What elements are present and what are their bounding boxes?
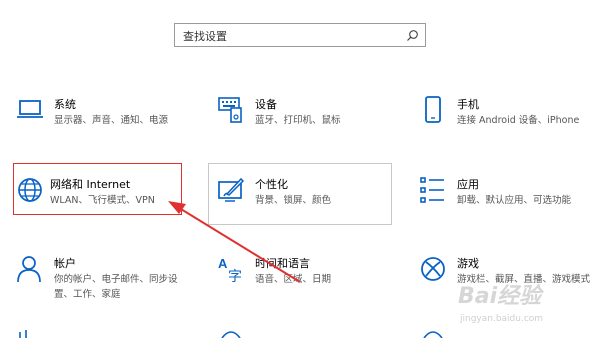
search-placeholder: 查找设置 <box>183 30 227 43</box>
tile-network[interactable]: 网络和 Internet WLAN、飞行模式、VPN <box>16 176 196 232</box>
svg-text:字: 字 <box>228 269 242 283</box>
tile-system[interactable]: 系统 显示器、声音、通知、电源 <box>16 96 196 152</box>
tile-subtitle: 背景、锁屏、颜色 <box>255 195 332 206</box>
tile-subtitle: 连接 Android 设备、iPhone <box>457 115 580 126</box>
tile-subtitle: 显示器、声音、通知、电源 <box>54 115 169 126</box>
tile-title: 帐户 <box>54 257 76 270</box>
watermark-logo: Bai经验 <box>458 284 542 309</box>
tile-title: 游戏 <box>457 257 479 270</box>
xbox-icon <box>421 257 445 281</box>
tile-title: 手机 <box>457 98 479 111</box>
tile-phone[interactable]: 手机 连接 Android 设备、iPhone <box>419 96 599 152</box>
tile-subtitle: WLAN、飞行模式、VPN <box>50 195 155 206</box>
search-input[interactable]: 查找设置 <box>174 23 426 47</box>
tile-title: 个性化 <box>255 178 288 191</box>
phone-icon <box>425 96 441 123</box>
tile-title: 网络和 Internet <box>50 178 131 191</box>
tile-personalization[interactable]: 个性化 背景、锁屏、颜色 <box>217 176 397 232</box>
tile-subtitle: 卸载、默认应用、可选功能 <box>457 195 572 206</box>
apps-list-icon <box>420 177 444 203</box>
search-icon <box>407 30 418 41</box>
laptop-icon <box>17 100 43 118</box>
tile-title: 时间和语言 <box>255 257 310 270</box>
tile-subtitle: 你的帐户、电子邮件、同步设置、工作、家庭 <box>54 274 178 300</box>
person-icon <box>17 256 41 283</box>
tile-title: 应用 <box>457 178 479 191</box>
watermark-url: jingyan.baidu.com <box>460 314 544 324</box>
personalization-icon <box>218 177 245 202</box>
svg-text:A: A <box>218 256 228 271</box>
tile-accounts[interactable]: 帐户 你的帐户、电子邮件、同步设置、工作、家庭 <box>16 255 196 311</box>
privacy-icon <box>423 331 443 338</box>
tile-title: 设备 <box>255 98 277 111</box>
language-icon: A 字 <box>218 256 242 283</box>
tile-devices[interactable]: 设备 蓝牙、打印机、鼠标 <box>217 96 397 152</box>
tile-apps[interactable]: 应用 卸载、默认应用、可选功能 <box>419 176 599 232</box>
globe-icon <box>18 178 42 202</box>
search-settings-icon <box>221 331 241 338</box>
tile-subtitle: 蓝牙、打印机、鼠标 <box>255 115 341 126</box>
keyboard-device-icon <box>218 97 242 123</box>
tile-time-language[interactable]: A 字 时间和语言 语音、区域、日期 <box>217 255 397 311</box>
ease-of-access-icon <box>19 330 27 338</box>
tile-subtitle: 语音、区域、日期 <box>255 274 332 285</box>
watermark: Bai经验 jingyan.baidu.com <box>458 278 598 334</box>
tile-title: 系统 <box>54 98 76 111</box>
